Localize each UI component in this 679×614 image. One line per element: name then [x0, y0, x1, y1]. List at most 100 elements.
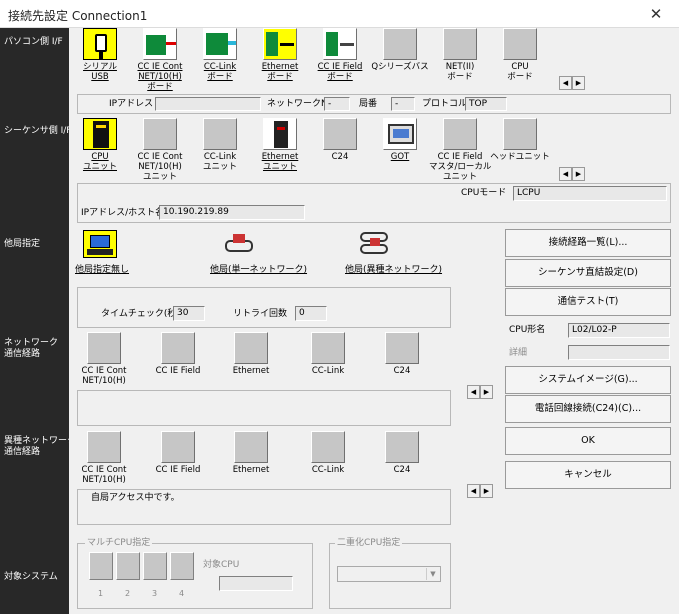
sidebar-pc-if: パソコン側 I/F: [4, 37, 63, 47]
cancel-button[interactable]: キャンセル: [505, 461, 671, 489]
direct-connect-button[interactable]: シーケンサ直結設定(D): [505, 259, 671, 287]
cpu-2-box[interactable]: [116, 552, 140, 580]
route1-panel: [77, 390, 451, 426]
route1-cc-ie-field[interactable]: CC IE Field: [147, 332, 209, 376]
window-title: 接続先設定 Connection1: [8, 9, 148, 23]
host-field[interactable]: 10.190.219.89: [159, 205, 305, 220]
disabled-box-icon: [203, 118, 237, 150]
route1-c24[interactable]: C24: [371, 332, 433, 376]
cpu-3-box[interactable]: [143, 552, 167, 580]
sidebar-network-route-1: ネットワーク: [4, 338, 59, 348]
sidebar-plc-if: シーケンサ側 I/F: [4, 126, 72, 136]
phone-line-button[interactable]: 電話回線接続(C24)(C)...: [505, 395, 671, 423]
scroll-right-icon[interactable]: ▶: [480, 484, 493, 498]
multi-network-icon[interactable]: [358, 228, 392, 256]
single-network-icon[interactable]: [222, 230, 256, 258]
got-screen-icon: [383, 118, 417, 150]
cpu-4-box[interactable]: [170, 552, 194, 580]
route2-cc-ie-cont[interactable]: CC IE Cont NET/10(H): [73, 431, 135, 485]
plc-if-cpu-unit[interactable]: CPU ユニット: [69, 118, 131, 172]
cpu-model-label: CPU形名: [509, 325, 546, 335]
sidebar-hetero-route-1: 異種ネットワーク: [4, 436, 77, 446]
plc-if-cc-ie-cont-unit[interactable]: CC IE Cont NET/10(H) ユニット: [129, 118, 191, 182]
station-no-field[interactable]: -: [391, 97, 415, 111]
chevron-down-icon: ▼: [426, 568, 439, 580]
close-icon[interactable]: ✕: [641, 3, 671, 25]
route1-cc-ie-cont[interactable]: CC IE Cont NET/10(H): [73, 332, 135, 386]
disabled-box-icon: [234, 332, 268, 364]
disabled-box-icon: [385, 431, 419, 463]
host-label: IPアドレス/ホスト名: [81, 208, 165, 218]
ip-address-field[interactable]: [155, 97, 261, 111]
route2-c24[interactable]: C24: [371, 431, 433, 475]
pc-if-net2-board[interactable]: NET(II) ボード: [429, 28, 491, 82]
redundant-cpu-select[interactable]: ▼: [337, 566, 441, 582]
pc-if-ethernet-board[interactable]: Ethernet ボード: [249, 28, 311, 82]
board-icon: [143, 28, 177, 60]
protocol-label: プロトコル: [422, 99, 468, 109]
dialog-body: シリアル USB CC IE Cont NET/10(H) ボード CC-Link ボー…: [69, 28, 679, 614]
disabled-box-icon: [87, 332, 121, 364]
cpu-model-field[interactable]: L02/L02-P: [568, 323, 670, 338]
disabled-box-icon: [323, 118, 357, 150]
route2-cc-link[interactable]: CC-Link: [297, 431, 359, 475]
timecheck-field[interactable]: 30: [173, 306, 205, 321]
detail-field[interactable]: [568, 345, 670, 360]
scroll-left-icon[interactable]: ◀: [467, 484, 480, 498]
plc-if-cc-link-unit[interactable]: CC-Link ユニット: [189, 118, 251, 172]
route1-ethernet[interactable]: Ethernet: [220, 332, 282, 376]
ok-button[interactable]: OK: [505, 427, 671, 455]
route2-ethernet[interactable]: Ethernet: [220, 431, 282, 475]
no-other-station-icon[interactable]: [83, 230, 117, 258]
protocol-field[interactable]: TOP: [465, 97, 507, 111]
usb-cable-icon: [83, 28, 117, 60]
disabled-box-icon: [311, 431, 345, 463]
connection-test-button[interactable]: 通信テスト(T): [505, 288, 671, 316]
pc-if-cc-link-board[interactable]: CC-Link ボード: [189, 28, 251, 82]
pc-if-serial-usb[interactable]: シリアル USB: [69, 28, 131, 82]
plc-if-ethernet-unit[interactable]: Ethernet ユニット: [249, 118, 311, 172]
pc-if-cc-ie-cont-board[interactable]: CC IE Cont NET/10(H) ボード: [129, 28, 191, 92]
scroll-right-icon[interactable]: ▶: [572, 167, 585, 181]
sidebar-network-route-2: 通信経路: [4, 349, 41, 359]
scroll-left-icon[interactable]: ◀: [467, 385, 480, 399]
scroll-right-icon[interactable]: ▶: [480, 385, 493, 399]
cpu-mode-label: CPUモード: [461, 188, 507, 198]
plc-if-head-unit[interactable]: ヘッドユニット: [489, 118, 551, 162]
target-cpu-label: 対象CPU: [203, 560, 240, 570]
scroll-left-icon[interactable]: ◀: [559, 76, 572, 90]
scroll-right-icon[interactable]: ▶: [572, 76, 585, 90]
plc-if-got[interactable]: GOT: [369, 118, 431, 162]
route1-scroll: ◀ ▶: [467, 385, 493, 399]
ip-address-label: IPアドレス: [109, 99, 154, 109]
target-cpu-field[interactable]: [219, 576, 293, 591]
pc-if-q-series-bus[interactable]: Qシリーズバス: [369, 28, 431, 72]
disabled-box-icon: [385, 332, 419, 364]
network-no-field[interactable]: -: [324, 97, 350, 111]
pc-if-cpu-board[interactable]: CPU ボード: [489, 28, 551, 82]
sidebar-other-station: 他局指定: [4, 239, 41, 249]
disabled-box-icon: [161, 431, 195, 463]
route2-scroll: ◀ ▶: [467, 484, 493, 498]
cpu-1-box[interactable]: [89, 552, 113, 580]
route-list-button[interactable]: 接続経路一覧(L)...: [505, 229, 671, 257]
disabled-box-icon: [87, 431, 121, 463]
retry-field[interactable]: 0: [295, 306, 327, 321]
redundant-cpu-legend: 二重化CPU指定: [335, 538, 403, 549]
pc-if-cc-ie-field-board[interactable]: CC IE Field ボード: [309, 28, 371, 82]
route1-cc-link[interactable]: CC-Link: [297, 332, 359, 376]
cpu-mode-field[interactable]: LCPU: [513, 186, 667, 201]
sidebar-target-system: 対象システム: [4, 572, 58, 582]
plc-if-scroll: ◀ ▶: [559, 167, 585, 181]
route2-cc-ie-field[interactable]: CC IE Field: [147, 431, 209, 475]
no-other-station-option[interactable]: 他局指定無し: [75, 262, 129, 275]
multi-network-option[interactable]: 他局(異種ネットワーク): [345, 262, 442, 275]
scroll-left-icon[interactable]: ◀: [559, 167, 572, 181]
single-network-option[interactable]: 他局(単一ネットワーク): [210, 262, 307, 275]
plc-if-c24[interactable]: C24: [309, 118, 371, 162]
system-image-button[interactable]: システムイメージ(G)...: [505, 366, 671, 394]
plc-if-cc-ie-field-unit[interactable]: CC IE Field マスタ/ローカル ユニット: [429, 118, 491, 182]
board-icon: [203, 28, 237, 60]
disabled-box-icon: [443, 28, 477, 60]
disabled-box-icon: [503, 28, 537, 60]
